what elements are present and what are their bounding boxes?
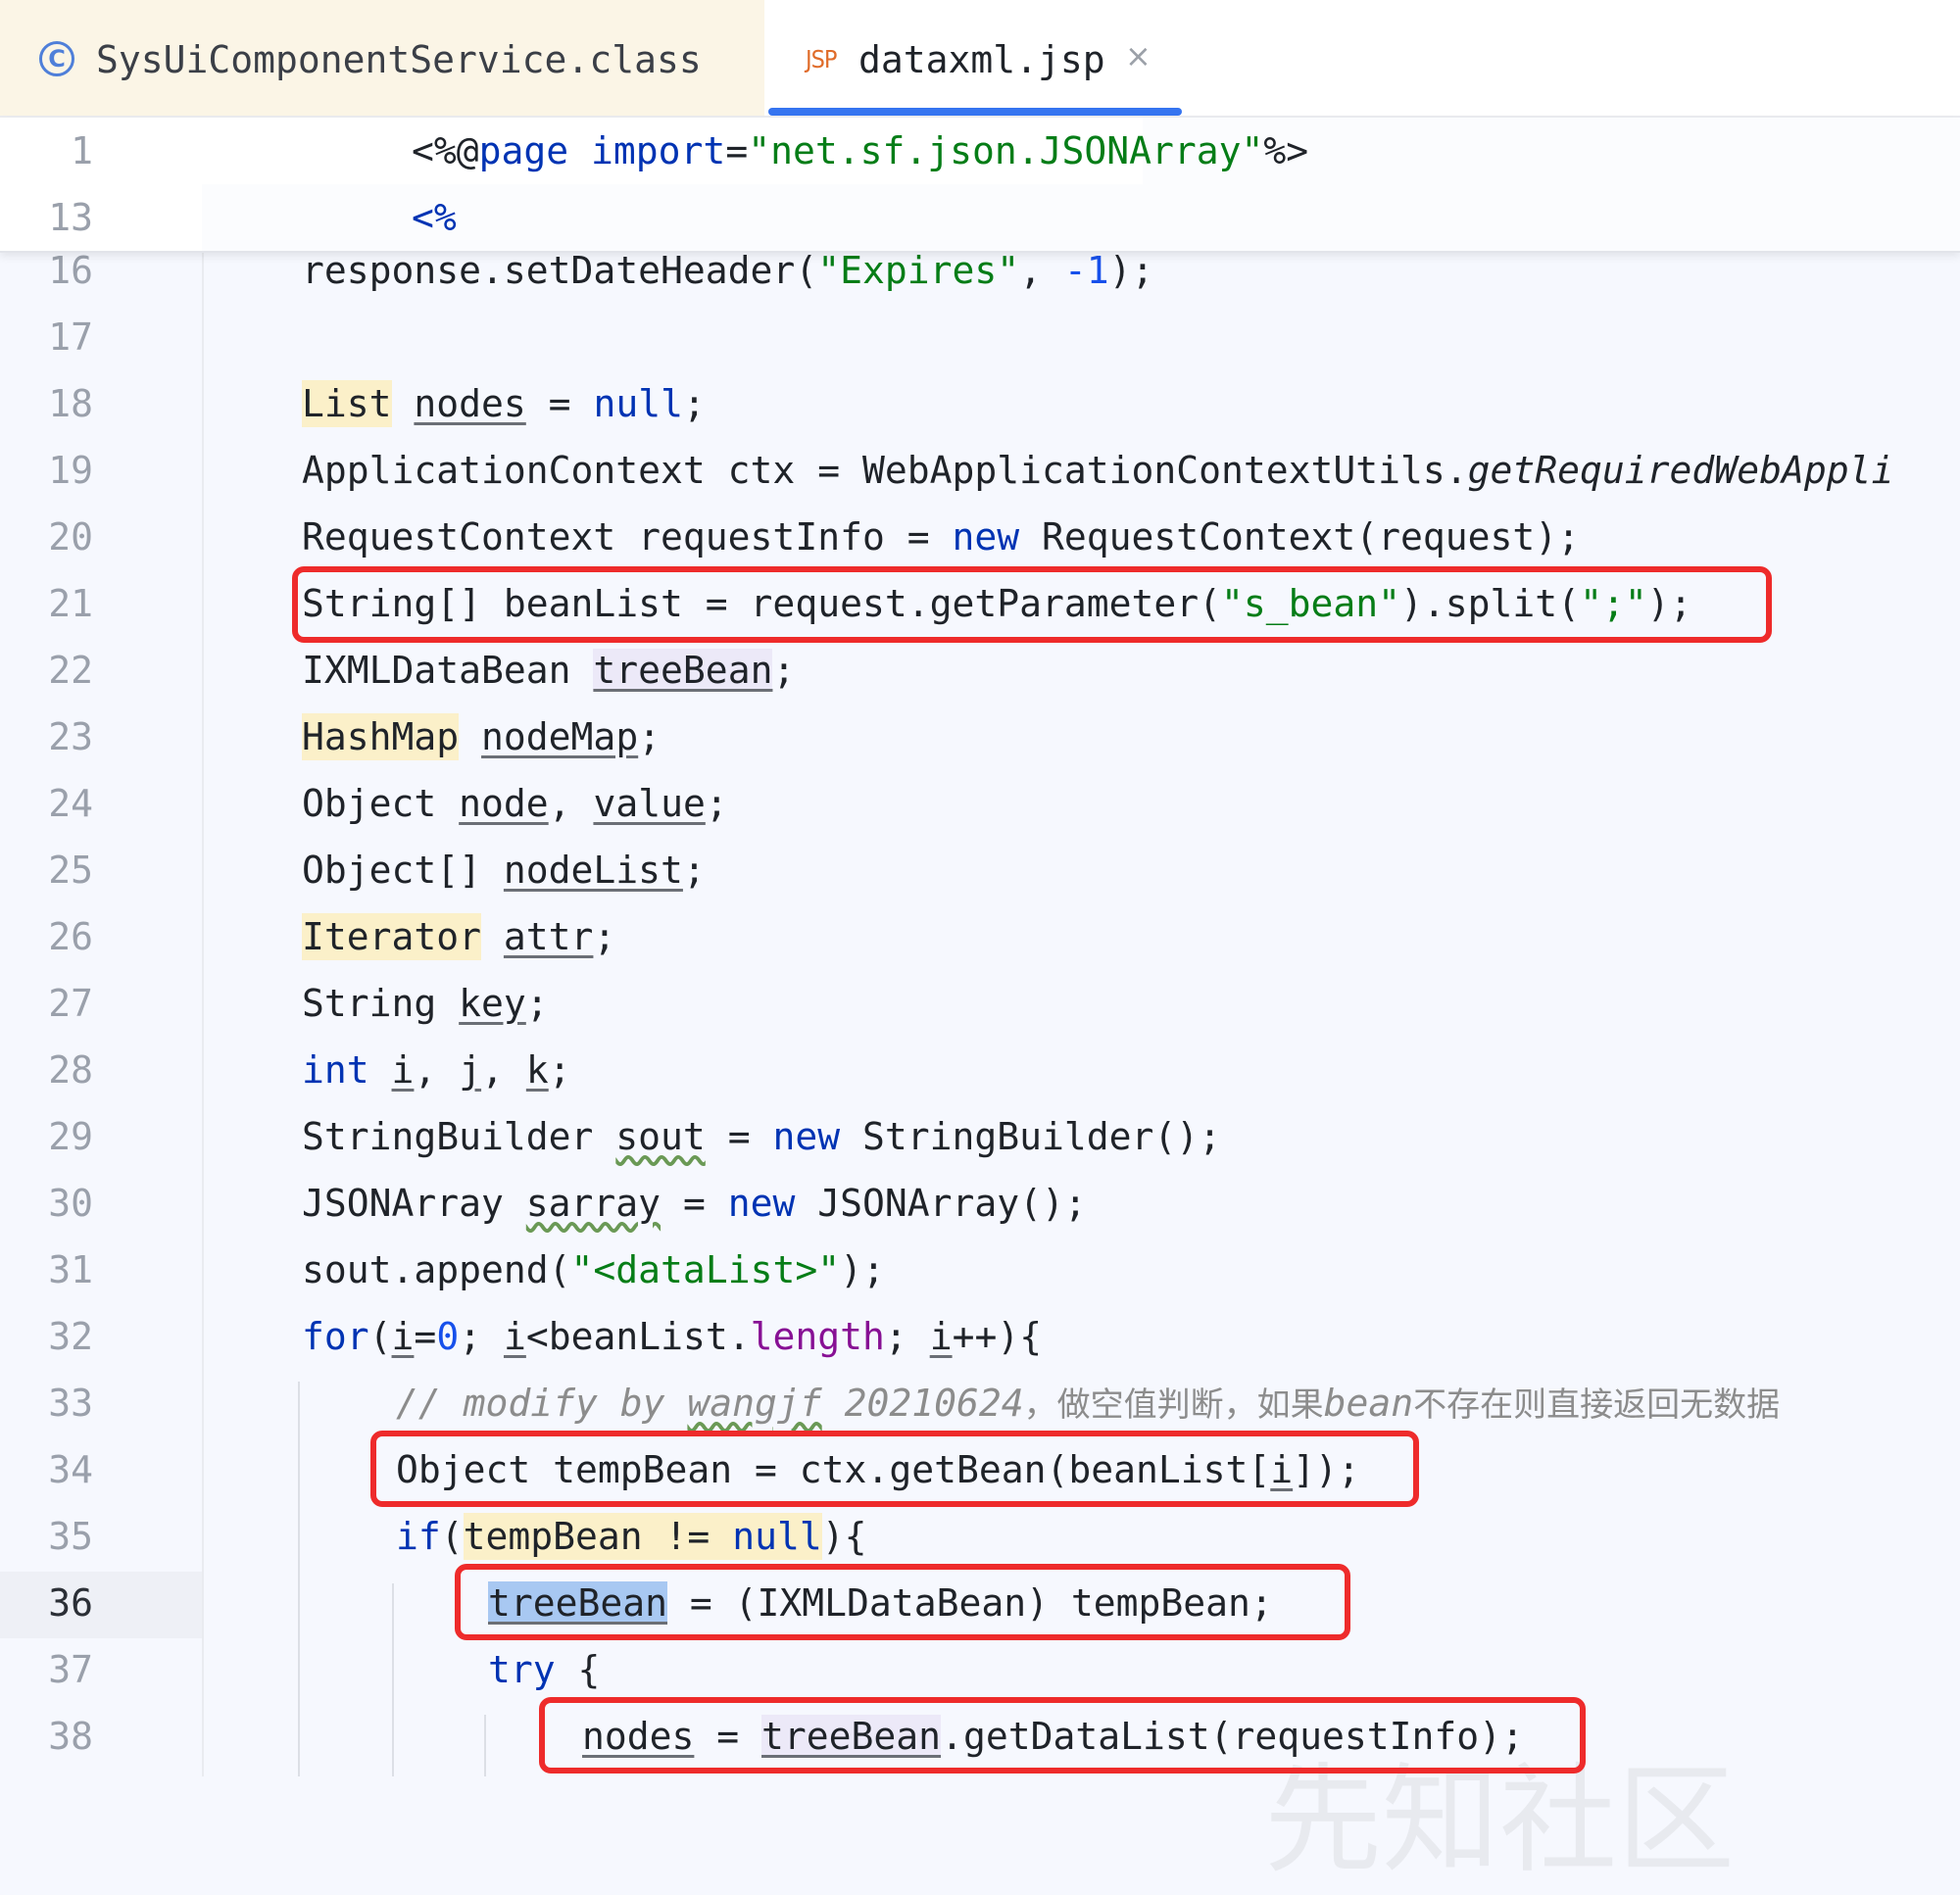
indent-guide (392, 1583, 394, 1776)
indent-guide (298, 1382, 300, 1776)
line-number: 34 (48, 1448, 93, 1491)
line-number: 26 (48, 915, 93, 958)
code-line-29: StringBuilder sout = new StringBuilder()… (302, 1115, 1222, 1158)
code-line-19: ApplicationContext ctx = WebApplicationC… (302, 449, 1894, 492)
code-line-32: for(i=0; i<beanList.length; i++){ (302, 1315, 1043, 1358)
sticky-scope-header[interactable]: 1 13 <%@page import="net.sf.json.JSONArr… (0, 118, 1960, 253)
jsp-file-icon: JSP (806, 45, 838, 73)
line-number: 21 (48, 582, 93, 625)
code-line-28: int i, j, k; (302, 1048, 571, 1092)
line-number: 37 (48, 1648, 93, 1691)
line-number: 19 (48, 449, 93, 492)
code-line: <%@page import="net.sf.json.JSONArray"%> (412, 129, 1309, 172)
line-number: 30 (48, 1182, 93, 1225)
code-line-37: try { (488, 1648, 601, 1691)
line-number: 32 (48, 1315, 93, 1358)
line-number: 38 (48, 1715, 93, 1758)
line-number: 31 (48, 1248, 93, 1291)
line-number: 29 (48, 1115, 93, 1158)
line-number: 17 (48, 316, 93, 359)
tab-label: dataxml.jsp (858, 38, 1105, 81)
code-line-35: if(tempBean != null){ (396, 1513, 867, 1560)
code-editor[interactable]: 1 13 <%@page import="net.sf.json.JSONArr… (0, 118, 1960, 1889)
watermark: 先知社区 (1264, 1753, 1735, 1889)
code-line-36-current: treeBean = (IXMLDataBean) tempBean; (488, 1581, 1273, 1625)
code-line-20: RequestContext requestInfo = new Request… (302, 515, 1581, 559)
indent-guide (484, 1715, 486, 1776)
active-tab-indicator (768, 108, 1182, 116)
code-line-27: String key; (302, 982, 549, 1025)
line-number: 20 (48, 515, 93, 559)
code-line-24: Object node, value; (302, 782, 728, 825)
code-line-31: sout.append("<dataList>"); (302, 1248, 885, 1291)
editor-tab-bar: C SysUiComponentService.class JSP dataxm… (0, 0, 1960, 118)
line-number: 18 (48, 382, 93, 425)
line-number: 35 (48, 1515, 93, 1558)
code-line-33-comment: // modify by wangjf 20210624，做空值判断，如果bea… (396, 1382, 1781, 1425)
line-number: 25 (48, 849, 93, 892)
line-number-current: 36 (48, 1581, 93, 1625)
code-line-21: String[] beanList = request.getParameter… (302, 582, 1692, 625)
line-number: 22 (48, 649, 93, 692)
code-line-22: IXMLDataBean treeBean; (302, 649, 796, 692)
code-line-25: Object[] nodeList; (302, 849, 706, 892)
line-number: 28 (48, 1048, 93, 1092)
line-number: 1 (71, 129, 93, 172)
line-number: 27 (48, 982, 93, 1025)
close-icon[interactable]: × (1125, 37, 1152, 74)
line-number: 24 (48, 782, 93, 825)
tab-dataxml-jsp[interactable]: JSP dataxml.jsp × (764, 0, 1182, 116)
class-icon: C (39, 41, 74, 76)
tab-label: SysUiComponentService.class (96, 38, 702, 81)
code-line-26: Iterator attr; (302, 913, 616, 960)
code-line: <% (412, 196, 457, 239)
code-line-23: HashMap nodeMap; (302, 713, 662, 760)
code-line-18: List nodes = null; (302, 380, 706, 427)
tab-sysuicomponentservice-class[interactable]: C SysUiComponentService.class (0, 0, 764, 116)
line-number: 13 (48, 196, 93, 239)
line-number: 23 (48, 715, 93, 758)
line-number: 33 (48, 1382, 93, 1425)
code-line-34: Object tempBean = ctx.getBean(beanList[i… (396, 1448, 1360, 1491)
code-line-30: JSONArray sarray = new JSONArray(); (302, 1182, 1087, 1225)
